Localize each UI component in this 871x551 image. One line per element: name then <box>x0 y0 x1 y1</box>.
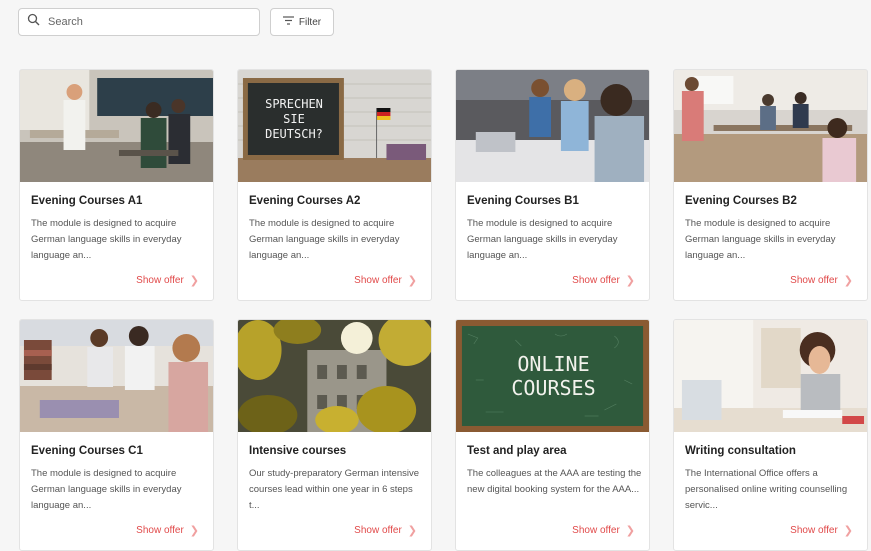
course-card-evening-a2[interactable]: SPRECHEN SIE DEUTSCH? Evening Courses A2… <box>237 69 432 301</box>
course-title: Evening Courses A2 <box>249 195 361 207</box>
show-offer-link[interactable]: Show offer ❯ <box>354 524 417 537</box>
course-title: Evening Courses A1 <box>31 195 143 207</box>
chalkboard-text: SPRECHEN SIE DEUTSCH? <box>265 96 323 141</box>
show-offer-link[interactable]: Show offer ❯ <box>136 274 199 287</box>
search-box[interactable] <box>18 8 260 36</box>
chevron-right-icon: ❯ <box>407 525 417 537</box>
course-card-evening-b1[interactable]: Evening Courses B1 The module is designe… <box>455 69 650 301</box>
course-description: The module is designed to acquire German… <box>249 218 400 261</box>
show-offer-label: Show offer <box>136 275 184 286</box>
course-card-test-play-area[interactable]: ONLINE COURSES Test and play area The co… <box>455 319 650 551</box>
show-offer-label: Show offer <box>790 275 838 286</box>
chevron-right-icon: ❯ <box>189 525 199 537</box>
course-card-evening-a1[interactable]: Evening Courses A1 The module is designe… <box>19 69 214 301</box>
course-image-classroom <box>20 70 213 182</box>
course-grid: Evening Courses A1 The module is designe… <box>19 69 868 551</box>
show-offer-label: Show offer <box>572 275 620 286</box>
course-description: The module is designed to acquire German… <box>31 468 182 511</box>
show-offer-label: Show offer <box>354 525 402 536</box>
course-title: Evening Courses B1 <box>467 195 579 207</box>
course-card-evening-b2[interactable]: Evening Courses B2 The module is designe… <box>673 69 868 301</box>
chevron-right-icon: ❯ <box>843 275 853 287</box>
show-offer-link[interactable]: Show offer ❯ <box>136 524 199 537</box>
course-title: Evening Courses C1 <box>31 445 143 457</box>
course-description: The module is designed to acquire German… <box>467 218 618 261</box>
chevron-right-icon: ❯ <box>843 525 853 537</box>
show-offer-link[interactable]: Show offer ❯ <box>572 274 635 287</box>
show-offer-link[interactable]: Show offer ❯ <box>354 274 417 287</box>
board-text: ONLINE COURSES <box>511 352 596 400</box>
course-image-student-writing <box>674 320 867 432</box>
course-title: Intensive courses <box>249 445 347 457</box>
course-description: The International Office offers a person… <box>685 468 848 511</box>
course-card-evening-c1[interactable]: Evening Courses C1 The module is designe… <box>19 319 214 551</box>
show-offer-label: Show offer <box>790 525 838 536</box>
show-offer-link[interactable]: Show offer ❯ <box>790 524 853 537</box>
course-card-writing-consultation[interactable]: Writing consultation The International O… <box>673 319 868 551</box>
course-image-chalkboard: SPRECHEN SIE DEUTSCH? <box>238 70 431 182</box>
filter-icon <box>282 16 294 28</box>
show-offer-link[interactable]: Show offer ❯ <box>790 274 853 287</box>
show-offer-label: Show offer <box>354 275 402 286</box>
course-image-online-courses-board: ONLINE COURSES <box>456 320 649 432</box>
filter-button[interactable]: Filter <box>270 8 334 36</box>
chevron-right-icon: ❯ <box>407 275 417 287</box>
course-description: The module is designed to acquire German… <box>685 218 836 261</box>
chevron-right-icon: ❯ <box>625 275 635 287</box>
course-description: Our study-preparatory German intensive c… <box>249 468 420 511</box>
course-image-autumn-leaves <box>238 320 431 432</box>
course-title: Writing consultation <box>685 445 796 457</box>
search-input[interactable] <box>46 15 250 29</box>
course-title: Test and play area <box>467 445 567 457</box>
course-description: The module is designed to acquire German… <box>31 218 182 261</box>
show-offer-link[interactable]: Show offer ❯ <box>572 524 635 537</box>
course-image-students-laptops <box>456 70 649 182</box>
chevron-right-icon: ❯ <box>625 525 635 537</box>
search-icon <box>27 13 40 31</box>
show-offer-label: Show offer <box>572 525 620 536</box>
course-image-lecture-hall <box>674 70 867 182</box>
course-image-study-group <box>20 320 213 432</box>
course-card-intensive[interactable]: Intensive courses Our study-preparatory … <box>237 319 432 551</box>
show-offer-label: Show offer <box>136 525 184 536</box>
course-description: The colleagues at the AAA are testing th… <box>467 468 642 495</box>
toolbar: Filter <box>18 8 334 36</box>
course-title: Evening Courses B2 <box>685 195 797 207</box>
chevron-right-icon: ❯ <box>189 275 199 287</box>
filter-label: Filter <box>298 16 322 28</box>
